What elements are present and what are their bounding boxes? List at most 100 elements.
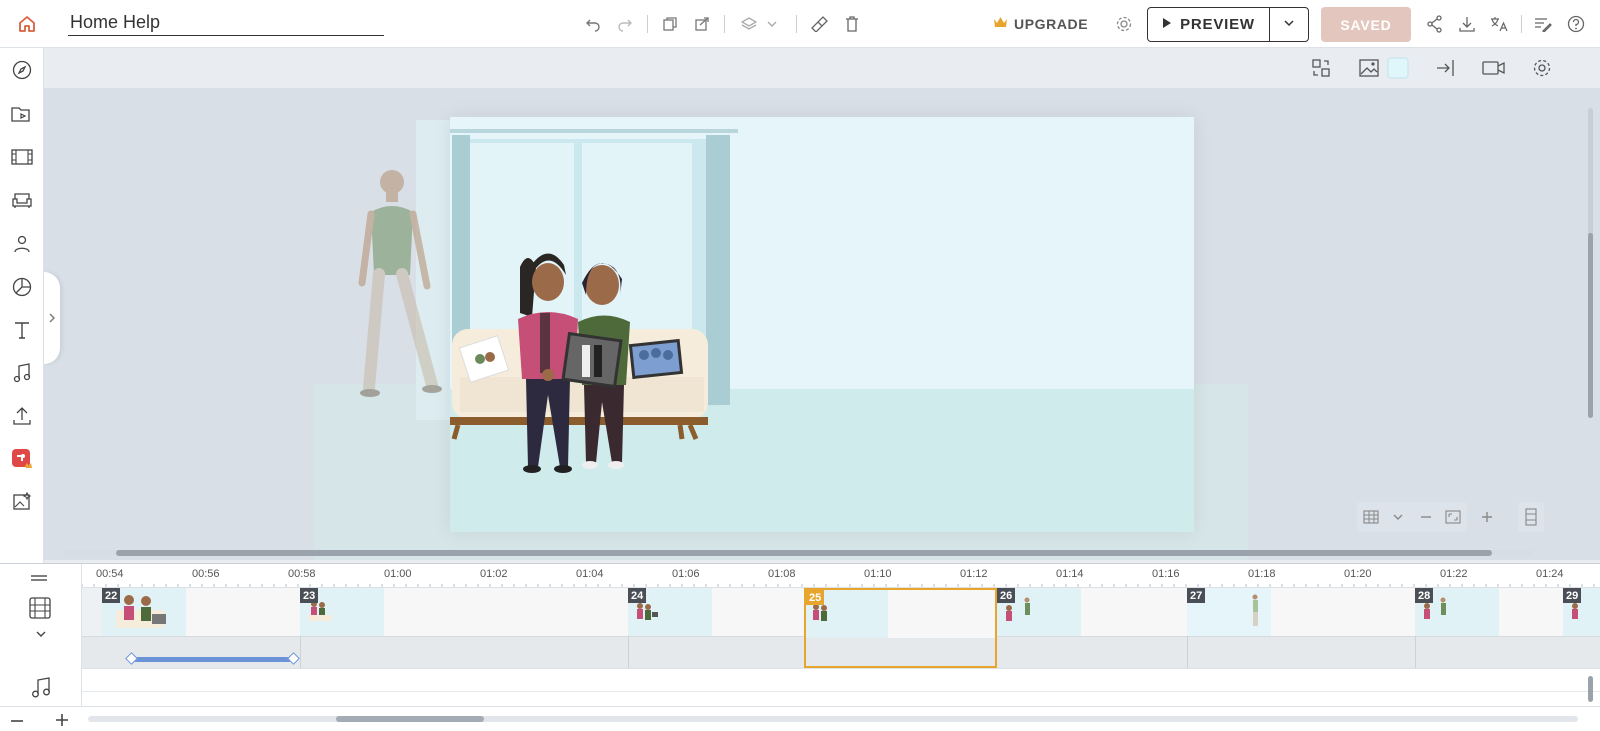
scene-number: 28 [1415,588,1434,603]
scene-settings-icon[interactable] [1525,48,1559,88]
scenes-track-icon[interactable] [29,597,51,624]
download-icon[interactable] [1454,0,1480,48]
trash-icon[interactable] [839,0,865,48]
share-icon[interactable] [1422,0,1448,48]
redo-icon[interactable] [612,0,638,48]
ruler-time-label: 01:10 [864,568,892,580]
layers-icon[interactable] [737,0,761,48]
scene-canvas[interactable] [450,117,1194,532]
timeline-ruler[interactable]: 00:54 00:56 00:58 01:00 01:02 01:04 01:06 01:08… [82,564,1600,588]
fit-screen-icon[interactable] [1440,510,1468,524]
grid-icon[interactable] [1357,510,1385,524]
layers-dropdown-icon[interactable] [762,0,782,48]
text-icon[interactable] [0,310,44,350]
pie-chart-icon[interactable] [0,267,44,307]
ruler-time-label: 01:04 [576,568,604,580]
person-icon[interactable] [0,224,44,264]
keyframe-end-handle[interactable] [287,652,300,665]
ruler-time-label: 01:14 [1056,568,1084,580]
panel-toggle-icon[interactable] [1518,502,1544,532]
paste-icon[interactable] [689,0,715,48]
translate-icon[interactable] [1486,0,1512,48]
scene-block[interactable]: 28 [1415,588,1563,668]
scene-block[interactable]: 29 [1563,588,1600,668]
script-edit-icon[interactable] [1530,0,1556,48]
scene-duration-fill [1499,588,1563,636]
ruler-time-label: 00:58 [288,568,316,580]
copy-icon[interactable] [657,0,683,48]
ruler-time-label: 01:08 [768,568,796,580]
scene-block[interactable]: 24 [628,588,804,668]
left-sidebar [0,48,44,563]
compass-icon[interactable] [0,50,44,90]
camera-icon[interactable] [1477,48,1511,88]
photo-frame-family[interactable] [628,338,684,380]
armchair-icon[interactable] [0,180,44,220]
ruler-time-label: 01:00 [384,568,412,580]
timeline-vertical-scrollbar[interactable] [1588,676,1593,702]
timeline-zoom-in-icon[interactable] [55,713,69,731]
scene-number: 25 [806,590,825,605]
settings-gear-icon[interactable] [1111,0,1137,48]
paint-brush-icon[interactable] [806,0,832,48]
keyframe-start-handle[interactable] [125,652,138,665]
scene-block-selected[interactable]: 25 [804,588,997,668]
scene-illustration [450,117,1194,532]
scene-block[interactable]: 26 [997,588,1187,668]
audio-track-music-icon[interactable] [30,676,52,703]
scene-duration-fill [712,588,804,636]
scenes-track: 22 23 24 25 26 27 28 29 [82,588,1600,668]
film-strip-icon[interactable] [0,137,44,177]
toolbar-separator [1521,15,1522,33]
premium-app-icon[interactable] [0,439,44,479]
ruler-time-label: 01:06 [672,568,700,580]
toolbar-separator [724,15,725,33]
zoom-out-icon[interactable] [1412,510,1440,524]
folder-video-icon[interactable] [0,94,44,134]
scene-number: 26 [997,588,1016,603]
preview-button[interactable]: PREVIEW [1147,7,1309,42]
music-icon[interactable] [0,353,44,393]
audio-track[interactable] [82,668,1600,706]
scene-duration-fill [384,588,628,636]
home-icon[interactable] [12,0,42,48]
chevron-down-icon [1283,16,1295,34]
preview-main[interactable]: PREVIEW [1148,8,1270,41]
scene-block[interactable]: 27 [1187,588,1415,668]
scene-duration-fill [1271,588,1415,636]
magic-image-icon[interactable] [0,482,44,522]
project-title-input[interactable] [68,10,384,36]
undo-icon[interactable] [580,0,606,48]
help-icon[interactable] [1563,0,1589,48]
zoom-in-icon[interactable] [1474,502,1500,532]
crown-icon [993,16,1008,32]
preview-dropdown[interactable] [1270,8,1308,41]
background-color-swatch[interactable] [1381,48,1415,88]
scene-block[interactable]: 23 [300,588,628,668]
ruler-time-label: 01:18 [1248,568,1276,580]
timeline-menu-icon[interactable] [30,571,48,589]
canvas-toolbar [44,48,1600,88]
timeline-footer [0,706,1600,731]
ruler-time-label: 01:02 [480,568,508,580]
timeline-horizontal-scrollbar[interactable] [88,716,1578,722]
stage-vertical-scrollbar[interactable] [1588,108,1593,418]
grid-dropdown-icon[interactable] [1385,511,1413,523]
element-animation-bar[interactable] [125,652,300,665]
expand-track-chevron-icon[interactable] [35,626,47,644]
scene-number: 29 [1563,588,1582,603]
enter-transition-icon[interactable] [1429,48,1463,88]
timeline: 00:54 00:56 00:58 01:00 01:02 01:04 01:06 01:08… [0,563,1600,731]
photo-frame-wedding[interactable] [561,331,623,389]
swap-layout-icon[interactable] [1304,48,1338,88]
scene-number: 22 [102,588,121,603]
saved-button[interactable]: SAVED [1321,7,1411,42]
upgrade-label: UPGRADE [1014,16,1089,32]
sidebar-collapse-toggle[interactable] [44,272,60,364]
ruler-time-label: 01:16 [1152,568,1180,580]
ruler-time-label: 01:22 [1440,568,1468,580]
stage-horizontal-scrollbar[interactable] [64,550,1534,556]
timeline-zoom-out-icon[interactable] [10,714,24,731]
upload-icon[interactable] [0,396,44,436]
upgrade-button[interactable]: UPGRADE [993,0,1088,48]
